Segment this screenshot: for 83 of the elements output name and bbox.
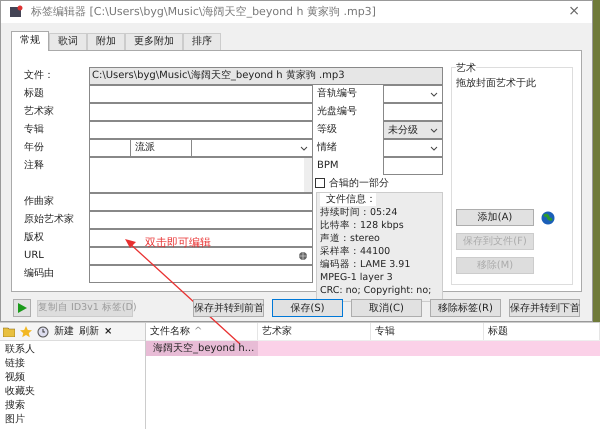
file-info-line: 声道：stereo [320, 232, 381, 246]
text-field[interactable] [89, 85, 313, 104]
play-button[interactable] [13, 299, 31, 318]
annotation-text: 双击即可编辑 [145, 235, 211, 251]
text-field[interactable] [89, 211, 313, 230]
comment-field[interactable] [89, 157, 313, 194]
field-label: 作曲家 [23, 194, 55, 210]
checkbox-label: 合辑的一部分 [329, 176, 389, 191]
file-info-title: 文件信息： [320, 193, 376, 206]
tab[interactable]: 更多附加 [125, 33, 183, 50]
file-info-line: 编码器：LAME 3.91 [320, 258, 412, 272]
sidebar-item[interactable]: 收藏夹 [5, 385, 145, 399]
sidebar-item[interactable]: 链接 [5, 357, 145, 371]
field-label: 情绪 [316, 140, 338, 156]
dialog-button[interactable]: 保存并转到下首 [509, 299, 580, 318]
clock-icon[interactable] [37, 326, 49, 338]
text-field[interactable] [383, 157, 443, 176]
art-hint: 拖放封面艺术于此 [456, 76, 537, 92]
sidebar-item[interactable]: 视频 [5, 371, 145, 385]
globe-icon [540, 210, 556, 226]
dialog-button[interactable]: 取消(C) [351, 299, 422, 318]
field-label: 专辑 [23, 122, 45, 138]
dropdown[interactable]: 未分级 [383, 121, 443, 140]
file-info-line: 采样率：44100 [320, 245, 392, 258]
field-label: 注释 [23, 158, 45, 174]
toolbar-button[interactable]: 新建 [54, 324, 74, 339]
column-header[interactable]: 专辑 [371, 323, 484, 340]
globe-icon [298, 251, 308, 262]
field-label: 原始艺术家 [23, 212, 75, 228]
scrollbar [304, 158, 312, 192]
field-label: 艺术家 [23, 104, 55, 120]
dialog-button[interactable]: 移除标签(R) [430, 299, 501, 318]
sidebar-item[interactable]: 图片 [5, 413, 145, 427]
dropdown[interactable] [383, 85, 443, 104]
text-field[interactable] [89, 229, 313, 248]
art-button[interactable]: 添加(A) [456, 209, 534, 226]
column-header[interactable]: 标题 [484, 323, 600, 340]
star-icon[interactable] [20, 326, 32, 338]
window-title: 标签编辑器 [C:\Users\byg\Music\海阔天空_beyond h 黄家驹 .mp3] [31, 4, 377, 20]
field-label: URL [23, 249, 45, 264]
file-row[interactable]: 海阔天空_beyond h... [146, 341, 600, 356]
checkbox[interactable] [315, 178, 325, 188]
text-field[interactable] [89, 103, 313, 122]
year-field[interactable] [89, 139, 131, 158]
tab[interactable]: 排序 [183, 33, 221, 50]
close-button[interactable]: × [104, 324, 112, 339]
text-field[interactable] [89, 265, 313, 284]
play-icon [17, 303, 27, 314]
dialog-button[interactable]: 保存(S) [272, 299, 343, 318]
file-info-line: CRC: no; Copyright: no; [320, 284, 432, 298]
close-button[interactable]: × [564, 1, 584, 22]
dropdown-value: 未分级 [388, 124, 418, 138]
text-field[interactable] [383, 103, 443, 122]
field-label: 编码由 [23, 266, 55, 282]
column-header[interactable]: 艺术家 [258, 323, 371, 340]
field-label: 音轨编号 [316, 86, 358, 102]
field-label: BPM [316, 159, 340, 174]
column-header[interactable]: 文件名称 ^ [146, 323, 258, 340]
field-label: 年份 [23, 141, 45, 156]
dropdown[interactable] [383, 139, 443, 158]
tab[interactable]: 附加 [87, 33, 125, 50]
toolbar-button[interactable]: 刷新 [79, 324, 99, 339]
field-label: 版权 [23, 230, 45, 246]
url-field[interactable] [89, 247, 313, 266]
field-label: 标题 [23, 86, 45, 102]
text-field[interactable] [89, 121, 313, 140]
dialog-button[interactable]: 保存并转到前首 [193, 299, 264, 318]
field-label: 等级 [316, 123, 338, 138]
file-info-line: 比特率：128 kbps [320, 219, 405, 232]
file-info-line: 持续时间：05:24 [320, 206, 398, 220]
file-path-field: C:\Users\byg\Music\海阔天空_beyond h 黄家驹 .mp3 [89, 67, 443, 86]
tab[interactable]: 歌词 [49, 33, 87, 50]
folder-icon[interactable] [3, 326, 15, 337]
sidebar-item[interactable]: 搜索 [5, 399, 145, 413]
file-info-line: MPEG-1 layer 3 [320, 271, 394, 284]
app-icon [9, 4, 23, 19]
tab[interactable]: 常规 [11, 31, 49, 52]
genre-dropdown[interactable] [191, 139, 313, 158]
text-field[interactable] [89, 193, 313, 212]
field-label: 光盘编号 [316, 104, 358, 120]
sidebar-item[interactable]: 联系人 [5, 343, 145, 357]
field-label: 文件： [23, 68, 55, 84]
file-name: 海阔天空_beyond h... [153, 342, 254, 356]
